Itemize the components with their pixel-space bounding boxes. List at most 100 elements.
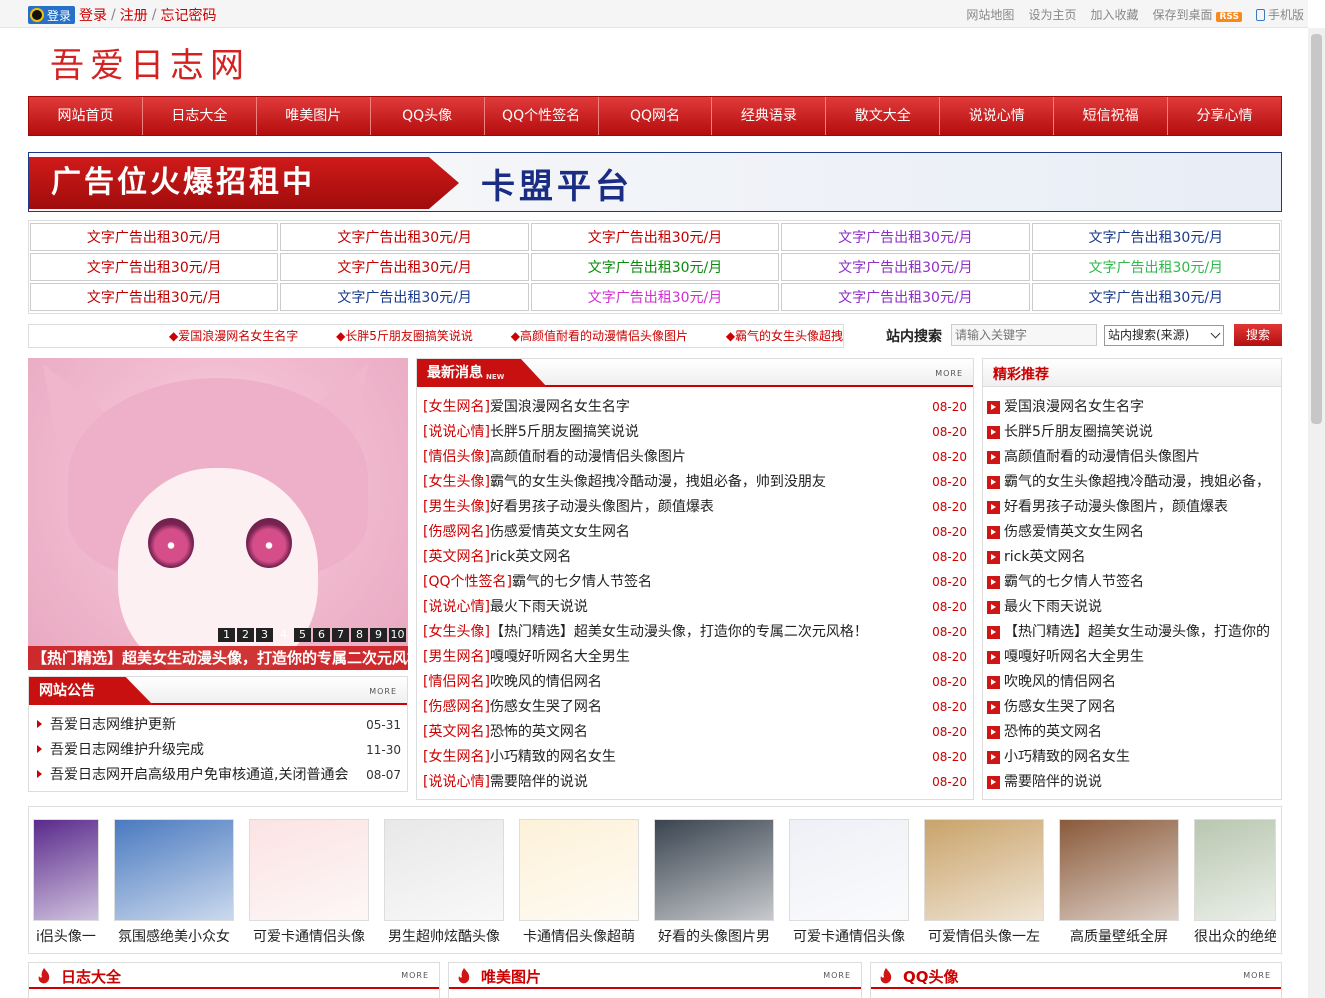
news-category-link[interactable]: [说说心情] <box>423 599 490 615</box>
recommended-link[interactable]: 伤感女生哭了网名 <box>1004 695 1116 720</box>
list-item[interactable]: 吾爱日志网维护更新 05-31 <box>35 713 401 738</box>
news-title-link[interactable]: 嘎嘎好听网名大全男生 <box>490 649 630 665</box>
news-title-link[interactable]: 伤感女生哭了网名 <box>490 699 602 715</box>
list-item[interactable]: 吹晚风的情侣网名 <box>987 670 1277 695</box>
notice-title[interactable]: 吾爱日志网维护升级完成 <box>35 738 361 763</box>
gallery-item[interactable]: 氛围感绝美小众女 <box>114 819 234 946</box>
news-category-link[interactable]: [男生头像] <box>423 499 490 515</box>
news-category-link[interactable]: [女生头像] <box>423 474 490 490</box>
list-item[interactable]: 需要陪伴的说说 <box>987 770 1277 795</box>
add-favorite-link[interactable]: 加入收藏 <box>1090 6 1138 23</box>
ticker-item[interactable]: ◆长胖5斤朋友圈搞笑说说 <box>336 329 473 343</box>
list-item[interactable]: 长胖5斤朋友圈搞笑说说 <box>987 420 1277 445</box>
news-category-link[interactable]: [英文网名] <box>423 724 490 740</box>
section-title[interactable]: 唯美图片 <box>481 966 541 987</box>
gallery-item[interactable]: 好看的头像图片男 <box>654 819 774 946</box>
more-link[interactable]: MORE <box>1243 971 1271 980</box>
gallery-caption[interactable]: 很出众的绝绝 <box>1194 926 1276 946</box>
news-title-link[interactable]: 高颜值耐看的动漫情侣头像图片 <box>490 449 686 465</box>
list-item[interactable]: 高颜值耐看的动漫情侣头像图片 <box>987 445 1277 470</box>
gallery-thumbnail[interactable] <box>384 819 504 921</box>
slide-page-2[interactable]: 2 <box>237 628 254 642</box>
list-item[interactable]: 最火下雨天说说 <box>987 595 1277 620</box>
search-input[interactable] <box>951 324 1097 346</box>
list-item[interactable]: [男生头像]好看男孩子动漫头像图片，颜值爆表 08-20 <box>423 495 967 520</box>
gallery-caption[interactable]: i侣头像一 <box>33 926 99 946</box>
list-item[interactable]: [女生网名]小巧精致的网名女生 08-20 <box>423 745 967 770</box>
news-title-link[interactable]: 霸气的七夕情人节签名 <box>512 574 652 590</box>
text-ad-link[interactable]: 文字广告出租30元/月 <box>781 283 1030 311</box>
recommended-link[interactable]: 高颜值耐看的动漫情侣头像图片 <box>1004 445 1200 470</box>
notice-title[interactable]: 吾爱日志网开启高级用户免审核通道,关闭普通会 <box>35 763 361 788</box>
gallery-thumbnail[interactable] <box>924 819 1044 921</box>
gallery-thumbnail[interactable] <box>1059 819 1179 921</box>
text-ad-link[interactable]: 文字广告出租30元/月 <box>530 223 780 251</box>
nav-home[interactable]: 网站首页 <box>29 97 143 135</box>
list-item[interactable]: 吾爱日志网开启高级用户免审核通道,关闭普通会 08-07 <box>35 763 401 788</box>
news-category-link[interactable]: [伤感网名] <box>423 524 490 540</box>
news-title-link[interactable]: 需要陪伴的说说 <box>490 774 588 790</box>
mobile-link[interactable]: 手机版 <box>1255 6 1304 23</box>
list-item[interactable]: 霸气的七夕情人节签名 <box>987 570 1277 595</box>
list-item[interactable]: [男生网名]嘎嘎好听网名大全男生 08-20 <box>423 645 967 670</box>
list-item[interactable]: rick英文网名 <box>987 545 1277 570</box>
gallery-thumbnail[interactable] <box>33 819 99 921</box>
list-item[interactable]: 嘎嘎好听网名大全男生 <box>987 645 1277 670</box>
register-link[interactable]: 注册 <box>120 5 148 25</box>
text-ad-link[interactable]: 文字广告出租30元/月 <box>1031 283 1280 311</box>
recommended-link[interactable]: 吹晚风的情侣网名 <box>1004 670 1116 695</box>
nav-qq-signature[interactable]: QQ个性签名 <box>485 97 599 135</box>
recommended-link[interactable]: 小巧精致的网名女生 <box>1004 745 1130 770</box>
nav-logs[interactable]: 日志大全 <box>143 97 257 135</box>
list-item[interactable]: [QQ个性签名]霸气的七夕情人节签名 08-20 <box>423 570 967 595</box>
list-item[interactable]: [情侣头像]高颜值耐看的动漫情侣头像图片 08-20 <box>423 445 967 470</box>
news-category-link[interactable]: [情侣网名] <box>423 674 490 690</box>
recommended-link[interactable]: 伤感爱情英文女生网名 <box>1004 520 1144 545</box>
gallery-item[interactable]: 男生超帅炫酷头像 <box>384 819 504 946</box>
news-title-link[interactable]: 爱国浪漫网名女生名字 <box>490 399 630 415</box>
text-ad-link[interactable]: 文字广告出租30元/月 <box>280 223 529 251</box>
nav-quotes[interactable]: 经典语录 <box>712 97 827 135</box>
slide-page-6[interactable]: 6 <box>313 628 330 642</box>
list-item[interactable]: [说说心情]需要陪伴的说说 08-20 <box>423 770 967 795</box>
recommended-link[interactable]: 霸气的七夕情人节签名 <box>1004 570 1144 595</box>
list-item[interactable]: [女生头像]【热门精选】超美女生动漫头像，打造你的专属二次元风格！ 08-20 <box>423 620 967 645</box>
text-ad-link[interactable]: 文字广告出租30元/月 <box>781 253 1030 281</box>
ticker-item[interactable]: ◆爱国浪漫网名女生名字 <box>169 329 298 343</box>
recommended-link[interactable]: 好看男孩子动漫头像图片，颜值爆表 <box>1004 495 1228 520</box>
news-title-link[interactable]: 【热门精选】超美女生动漫头像，打造你的专属二次元风格！ <box>490 624 868 640</box>
text-ad-link[interactable]: 文字广告出租30元/月 <box>530 283 780 311</box>
news-category-link[interactable]: [说说心情] <box>423 424 490 440</box>
text-ad-link[interactable]: 文字广告出租30元/月 <box>30 223 279 251</box>
nav-pictures[interactable]: 唯美图片 <box>257 97 371 135</box>
list-item[interactable]: 恐怖的英文网名 <box>987 720 1277 745</box>
recommended-link[interactable]: 爱国浪漫网名女生名字 <box>1004 395 1144 420</box>
gallery-thumbnail[interactable] <box>789 819 909 921</box>
news-title-link[interactable]: 好看男孩子动漫头像图片，颜值爆表 <box>490 499 714 515</box>
news-category-link[interactable]: [说说心情] <box>423 774 490 790</box>
slide-page-7[interactable]: 7 <box>332 628 349 642</box>
text-ad-link[interactable]: 文字广告出租30元/月 <box>530 253 780 281</box>
gallery-item[interactable]: 很出众的绝绝 <box>1194 819 1276 946</box>
news-title-link[interactable]: 吹晚风的情侣网名 <box>490 674 602 690</box>
recommended-link[interactable]: rick英文网名 <box>1004 545 1085 570</box>
ticker-item[interactable]: ◆高颜值耐看的动漫情侣头像图片 <box>511 329 688 343</box>
forgot-password-link[interactable]: 忘记密码 <box>160 5 216 25</box>
recommended-link[interactable]: 最火下雨天说说 <box>1004 595 1102 620</box>
nav-essays[interactable]: 散文大全 <box>826 97 941 135</box>
scrollbar-thumb[interactable] <box>1311 34 1322 424</box>
gallery-item[interactable]: 可爱情侣头像一左 <box>924 819 1044 946</box>
rss-icon[interactable]: RSS <box>1216 12 1242 22</box>
list-item[interactable]: [说说心情]长胖5斤朋友圈搞笑说说 08-20 <box>423 420 967 445</box>
ticker-item[interactable]: ◆霸气的女生头像超拽 <box>726 329 843 343</box>
text-ad-link[interactable]: 文字广告出租30元/月 <box>30 253 279 281</box>
list-item[interactable]: 小巧精致的网名女生 <box>987 745 1277 770</box>
gallery-item[interactable]: 高质量壁纸全屏 <box>1059 819 1179 946</box>
text-ad-link[interactable]: 文字广告出租30元/月 <box>280 283 529 311</box>
recommended-link[interactable]: 【热门精选】超美女生动漫头像，打造你的 <box>1004 620 1270 645</box>
nav-share[interactable]: 分享心情 <box>1168 97 1281 135</box>
list-item[interactable]: [说说心情]最火下雨天说说 08-20 <box>423 595 967 620</box>
news-title-link[interactable]: 长胖5斤朋友圈搞笑说说 <box>490 424 639 440</box>
section-title[interactable]: QQ头像 <box>903 966 959 987</box>
slide-page-5[interactable]: 5 <box>294 628 311 642</box>
